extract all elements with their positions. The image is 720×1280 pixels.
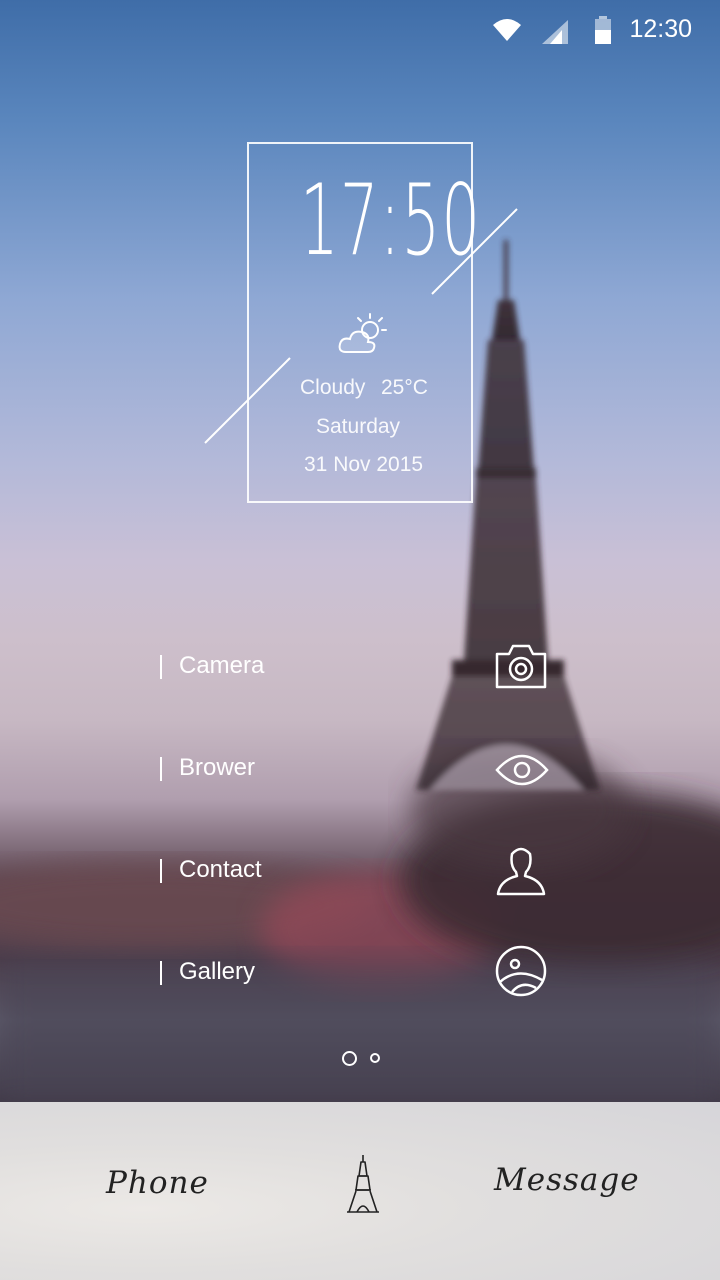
page-dot-active[interactable] — [342, 1051, 357, 1066]
eye-icon[interactable] — [494, 748, 550, 796]
app-bar-marker — [160, 757, 162, 781]
partly-cloudy-icon — [336, 312, 392, 360]
dock: Phone Message — [0, 1102, 720, 1280]
clock-time[interactable]: 17:50 — [300, 172, 480, 270]
status-bar: 12:30 — [0, 0, 720, 60]
date: 31 Nov 2015 — [304, 453, 424, 476]
signal-icon — [542, 20, 568, 48]
page-dot[interactable] — [370, 1053, 380, 1063]
app-bar-marker — [160, 961, 162, 985]
weekday: Saturday — [316, 415, 401, 438]
app-label-camera: Camera — [179, 652, 265, 679]
app-camera[interactable]: Camera — [160, 638, 560, 698]
camera-icon[interactable] — [494, 642, 548, 694]
status-time: 12:30 — [629, 15, 692, 43]
app-label-brower: Brower — [179, 754, 256, 781]
wifi-icon — [492, 17, 522, 47]
weather-temperature: 25°C — [381, 376, 428, 399]
app-contact[interactable]: Contact — [160, 842, 560, 902]
weather-condition: Cloudy — [300, 376, 366, 399]
app-label-contact: Contact — [179, 856, 262, 883]
battery-icon — [594, 16, 612, 48]
app-label-gallery: Gallery — [179, 958, 256, 985]
app-bar-marker — [160, 859, 162, 883]
person-icon[interactable] — [494, 844, 548, 900]
phone-button[interactable]: Phone — [106, 1165, 209, 1201]
message-button[interactable]: Message — [494, 1162, 640, 1198]
gallery-icon[interactable] — [494, 944, 548, 1002]
app-brower[interactable]: Brower — [160, 740, 560, 800]
app-bar-marker — [160, 655, 162, 679]
home-screen: 12:30 17:50 Cloudy 25°C Saturday 31 Nov … — [0, 0, 720, 1280]
app-gallery[interactable]: Gallery — [160, 944, 560, 1004]
eiffel-tower-icon[interactable] — [346, 1154, 380, 1218]
